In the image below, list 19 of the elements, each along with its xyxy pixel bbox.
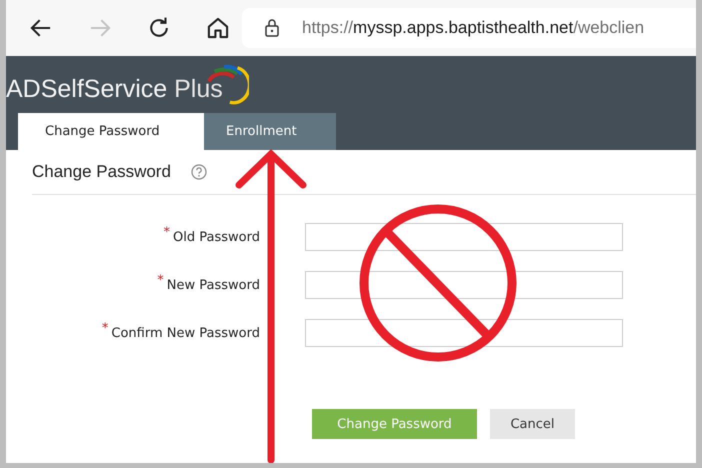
url-text: https://myssp.apps.baptisthealth.net/webclien — [302, 18, 644, 38]
required-mark: * — [164, 224, 170, 240]
field-label: Old Password — [173, 230, 260, 244]
cancel-button[interactable]: Cancel — [490, 409, 575, 439]
input-field[interactable] — [305, 223, 623, 251]
tab[interactable]: Enrollment — [204, 113, 336, 150]
field-label: New Password — [166, 278, 260, 292]
page-heading: Change Password — [32, 162, 171, 182]
field-label: Confirm New Password — [111, 326, 260, 340]
input-field[interactable] — [305, 319, 623, 347]
required-mark: * — [157, 272, 164, 288]
address-bar[interactable]: https://myssp.apps.baptisthealth.net/webclien — [242, 8, 696, 48]
tab[interactable]: Change Password — [18, 113, 204, 150]
logo-text: ADSelfService Plus — [6, 77, 223, 102]
input-field[interactable] — [305, 271, 623, 299]
home-icon[interactable] — [205, 15, 231, 41]
required-mark: * — [102, 320, 108, 336]
lock-icon[interactable] — [264, 18, 280, 38]
help-icon[interactable] — [190, 164, 207, 180]
